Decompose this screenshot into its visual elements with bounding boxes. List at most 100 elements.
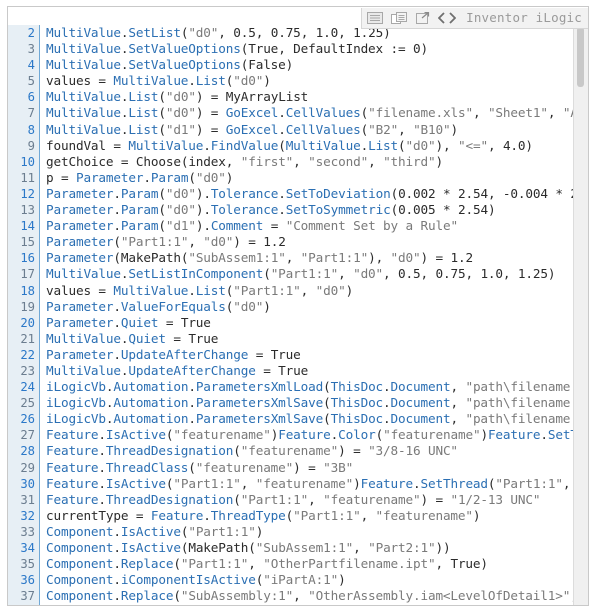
code-text: MultiValue.List("d0") = GoExcel.CellValu… bbox=[46, 105, 575, 121]
line-number: 34 bbox=[20, 541, 35, 555]
code-text: Component.IsActive(MakePath("SubAssem1:1… bbox=[46, 540, 451, 555]
code-text: currentType = Feature.ThreadType("Part1:… bbox=[46, 507, 481, 523]
code-line: 10 getChoice = Choose(index, "first", "se… bbox=[8, 154, 575, 170]
line-number: 14 bbox=[20, 219, 35, 234]
code-text: Feature.ThreadClass("featurename") = "3B… bbox=[46, 459, 354, 475]
vertical-scrollbar[interactable] bbox=[573, 25, 588, 605]
line-number: 19 bbox=[20, 299, 35, 314]
code-line: 11 p = Parameter.Param("d0") bbox=[8, 170, 575, 186]
code-line: 13 Parameter.Param("d0").Tolerance.SetToS… bbox=[8, 202, 575, 218]
copy-icon[interactable] bbox=[390, 11, 408, 25]
line-number: 15 bbox=[20, 235, 35, 250]
line-number: 11 bbox=[20, 170, 35, 185]
code-line: 18 values = MultiValue.List("Part1:1", "d… bbox=[8, 283, 575, 299]
code-line: 8 MultiValue.List("d1") = GoExcel.CellVal… bbox=[8, 122, 575, 138]
line-number: 27 bbox=[20, 428, 35, 443]
code-snippet-panel: 2 MultiValue.SetList("d0", 0.5, 0.75, 1.0… bbox=[7, 6, 589, 606]
line-number: 22 bbox=[20, 347, 35, 362]
code-text: p = Parameter.Param("d0") bbox=[46, 169, 234, 185]
code-line: 34 Component.IsActive(MakePath("SubAssem1… bbox=[8, 540, 575, 556]
line-number: 20 bbox=[20, 315, 35, 330]
line-number: 13 bbox=[20, 203, 35, 218]
code-text: values = MultiValue.List("Part1:1", "d0"… bbox=[46, 282, 354, 298]
line-number: 35 bbox=[20, 557, 35, 572]
code-text: getChoice = Choose(index, "first", "seco… bbox=[46, 153, 443, 169]
code-line: 14 Parameter.Param("d1").Comment = "Comme… bbox=[8, 218, 575, 234]
line-number: 18 bbox=[20, 283, 35, 298]
code-text: MultiValue.SetValueOptions(False) bbox=[46, 57, 294, 73]
code-line: 28 Feature.ThreadDesignation("featurename… bbox=[8, 443, 575, 459]
code-line: 35 Component.Replace("Part1:1", "OtherPar… bbox=[8, 556, 575, 572]
code-line: 19 Parameter.ValueForEquals("d0") bbox=[8, 299, 575, 315]
line-number: 26 bbox=[20, 412, 35, 427]
code-icon[interactable] bbox=[438, 11, 457, 25]
code-text: Feature.ThreadDesignation("Part1:1", "fe… bbox=[46, 491, 541, 507]
code-line: 36 Component.iComponentIsActive("iPartA:1… bbox=[8, 572, 575, 588]
code-text: Parameter.ValueForEquals("d0") bbox=[46, 298, 271, 314]
code-line: 30 Feature.IsActive("Part1:1", "featurena… bbox=[8, 476, 575, 492]
line-number: 17 bbox=[20, 267, 35, 282]
line-number: 33 bbox=[20, 524, 35, 539]
code-text: iLogicVb.Automation.ParametersXmlSave(Th… bbox=[46, 411, 575, 427]
code-line: 5 values = MultiValue.List("d0") bbox=[8, 73, 575, 89]
code-line: 9 foundVal = MultiValue.FindValue(MultiVa… bbox=[8, 138, 575, 154]
code-text: iLogicVb.Automation.ParametersXmlSave(Th… bbox=[46, 395, 575, 411]
line-number: 16 bbox=[20, 251, 35, 266]
code-line: 17 MultiValue.SetListInComponent("Part1:1… bbox=[8, 266, 575, 282]
code-line: 31 Feature.ThreadDesignation("Part1:1", "… bbox=[8, 492, 575, 508]
code-text: Parameter(MakePath("SubAssem1:1", "Part1… bbox=[46, 250, 473, 266]
scrollbar-thumb[interactable] bbox=[577, 27, 584, 87]
code-text: Parameter.UpdateAfterChange = True bbox=[46, 346, 301, 362]
code-line: 21 MultiValue.Quiet = True bbox=[8, 331, 575, 347]
line-number: 28 bbox=[20, 444, 35, 459]
line-number: 37 bbox=[20, 589, 35, 604]
code-text: iLogicVb.Automation.ParametersXmlLoad(Th… bbox=[46, 379, 575, 395]
code-text: values = MultiValue.List("d0") bbox=[46, 73, 271, 89]
code-text: MultiValue.List("d0") = MyArrayList bbox=[46, 89, 309, 105]
code-line: 37 Component.Replace("SubAssembly:1", "Ot… bbox=[8, 588, 575, 604]
code-line: 20 Parameter.Quiet = True bbox=[8, 315, 575, 331]
code-area: 2 MultiValue.SetList("d0", 0.5, 0.75, 1.0… bbox=[8, 25, 575, 605]
view-source-icon[interactable] bbox=[366, 11, 384, 25]
code-text: foundVal = MultiValue.FindValue(MultiVal… bbox=[46, 137, 533, 153]
line-number: 29 bbox=[20, 460, 35, 475]
code-text: MultiValue.Quiet = True bbox=[46, 330, 219, 346]
code-line: 6 MultiValue.List("d0") = MyArrayList bbox=[8, 89, 575, 105]
line-number: 10 bbox=[20, 154, 35, 169]
code-text: MultiValue.SetValueOptions(True, Default… bbox=[46, 41, 429, 57]
line-number: 12 bbox=[20, 186, 35, 201]
code-line: 4 MultiValue.SetValueOptions(False) bbox=[8, 57, 575, 73]
line-number: 6 bbox=[27, 90, 35, 105]
code-text: Component.ReplaceiPart("iPart1:1", "Othe… bbox=[46, 604, 575, 605]
code-line: 38 Component.ReplaceiPart("iPart1:1", "Ot… bbox=[8, 604, 575, 605]
code-line: 3 MultiValue.SetValueOptions(True, Defaul… bbox=[8, 41, 575, 57]
code-text: Component.Replace("Part1:1", "OtherPartf… bbox=[46, 556, 488, 572]
code-text: Component.IsActive("Part1:1") bbox=[46, 523, 264, 539]
code-text: Component.Replace("SubAssembly:1", "Othe… bbox=[46, 588, 575, 604]
popout-icon[interactable] bbox=[414, 11, 432, 25]
line-number: 5 bbox=[27, 74, 35, 89]
line-number: 7 bbox=[27, 106, 35, 121]
code-line: 12 Parameter.Param("d0").Tolerance.SetToD… bbox=[8, 186, 575, 202]
code-line: 22 Parameter.UpdateAfterChange = True bbox=[8, 347, 575, 363]
code-line: 27 Feature.IsActive("featurename")Feature… bbox=[8, 427, 575, 443]
code-text: MultiValue.UpdateAfterChange = True bbox=[46, 362, 309, 378]
code-line: 7 MultiValue.List("d0") = GoExcel.CellVal… bbox=[8, 105, 575, 121]
code-line: 26 iLogicVb.Automation.ParametersXmlSave(… bbox=[8, 411, 575, 427]
code-text: Parameter.Param("d0").Tolerance.SetToDev… bbox=[46, 185, 575, 201]
line-number: 36 bbox=[20, 573, 35, 588]
code-text: Component.iComponentIsActive("iPartA:1") bbox=[46, 572, 346, 588]
code-line: 24 iLogicVb.Automation.ParametersXmlLoad(… bbox=[8, 379, 575, 395]
code-text: Parameter.Param("d0").Tolerance.SetToSym… bbox=[46, 202, 496, 218]
code-line: 23 MultiValue.UpdateAfterChange = True bbox=[8, 363, 575, 379]
line-number: 31 bbox=[20, 492, 35, 507]
language-label: Inventor iLogic bbox=[466, 10, 582, 25]
code-line: 33 Component.IsActive("Part1:1") bbox=[8, 524, 575, 540]
code-lines: 2 MultiValue.SetList("d0", 0.5, 0.75, 1.0… bbox=[8, 25, 575, 605]
line-number: 8 bbox=[27, 122, 35, 137]
code-text: Parameter.Quiet = True bbox=[46, 314, 211, 330]
code-line: 25 iLogicVb.Automation.ParametersXmlSave(… bbox=[8, 395, 575, 411]
line-number: 23 bbox=[20, 363, 35, 378]
line-number: 25 bbox=[20, 396, 35, 411]
code-toolbar: Inventor iLogic bbox=[8, 7, 588, 29]
